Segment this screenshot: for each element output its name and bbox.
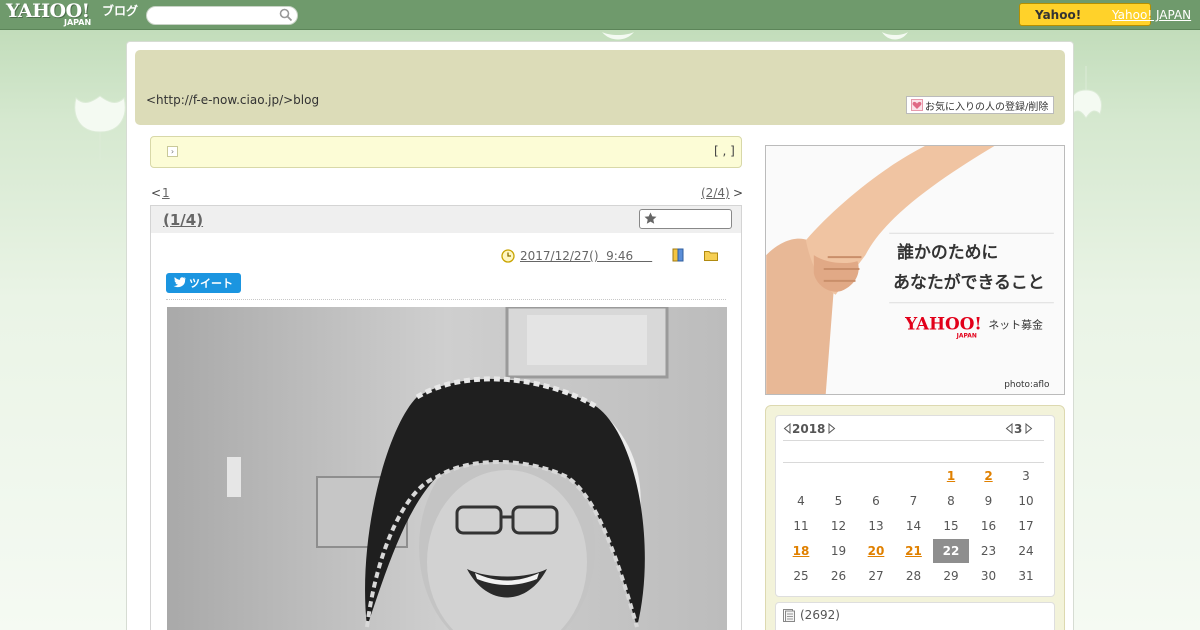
heart-icon	[911, 99, 923, 111]
calendar-day: 22	[933, 539, 969, 563]
notice-text: [ , ]	[714, 144, 735, 158]
calendar-day: 3	[1022, 469, 1030, 483]
book-icon[interactable]	[672, 248, 685, 262]
top-bar: YAHOO! JAPAN ブログ Yahoo! Yahoo! JAPAN	[0, 0, 1200, 30]
banner-brand-sub: JAPAN	[956, 332, 977, 339]
star-icon	[644, 212, 657, 224]
calendar-day[interactable]: 2	[971, 464, 1007, 488]
ginkgo-leaf-icon	[74, 95, 126, 160]
calendar-day: 23	[980, 544, 997, 558]
calendar-day: 6	[872, 494, 880, 508]
article-list-icon	[783, 609, 795, 622]
calendar-day: 24	[1018, 544, 1034, 558]
calendar-day[interactable]: 18	[783, 539, 819, 563]
banner-line2: あなたができること	[893, 272, 1044, 292]
calendar-day: 11	[793, 519, 809, 533]
twitter-bird-icon	[173, 277, 186, 288]
calendar-day: 27	[868, 569, 884, 583]
blog-url-text: <http://f-e-now.ciao.jp/>blog	[146, 93, 320, 107]
calendar-day: 17	[1018, 519, 1034, 533]
calendar-month: 3	[1014, 422, 1023, 436]
prev-symbol: <	[151, 186, 162, 200]
notice-arrow-icon[interactable]: ›	[167, 146, 178, 157]
prev-month-icon[interactable]	[1005, 423, 1013, 434]
prev-page-link[interactable]: 1	[162, 186, 170, 200]
calendar-day[interactable]: 21	[896, 539, 932, 563]
logo-sub: JAPAN	[64, 18, 92, 27]
next-month-icon[interactable]	[1025, 423, 1033, 434]
favorite-register-button[interactable]: お気に入りの人の登録/削除	[906, 96, 1054, 114]
search-icon[interactable]	[279, 8, 293, 22]
calendar-divider	[783, 462, 1044, 463]
calendar-day: 28	[905, 569, 922, 583]
next-year-icon[interactable]	[828, 423, 836, 434]
banner-brand: YAHOO!	[904, 314, 982, 334]
calendar-day: 16	[980, 519, 997, 533]
search-input[interactable]	[146, 6, 298, 25]
prev-year-icon[interactable]	[783, 423, 791, 434]
calendar-day[interactable]: 20	[858, 539, 894, 563]
calendar-day: 7	[909, 494, 918, 508]
calendar-day: 29	[943, 569, 959, 583]
next-page-link[interactable]: (2/4)	[701, 186, 730, 200]
calendar-day: 9	[984, 494, 993, 508]
calendar-year: 2018	[792, 422, 826, 436]
divider	[166, 299, 726, 300]
calendar-day: 10	[1018, 494, 1034, 508]
calendar-day: 12	[830, 519, 847, 533]
calendar-day: 8	[947, 494, 955, 508]
article-title[interactable]: (1/4)	[163, 211, 203, 229]
yahoo-blog-logo[interactable]: YAHOO! JAPAN ブログ	[6, 2, 138, 27]
calendar-day: 30	[980, 569, 997, 583]
calendar-divider	[783, 440, 1044, 441]
calendar-day: 14	[905, 519, 922, 533]
folder-icon[interactable]	[704, 250, 718, 261]
article-photo[interactable]	[167, 307, 727, 630]
donation-banner[interactable]: 誰かのために あなたができること YAHOO! JAPAN ネット募金 phot…	[765, 145, 1065, 395]
clock-icon	[501, 249, 515, 263]
notice-bar	[150, 136, 742, 168]
calendar-day: 19	[830, 544, 847, 558]
service-name: ブログ	[102, 4, 139, 18]
calendar-day: 13	[868, 519, 884, 533]
calendar-day: 5	[834, 494, 843, 508]
calendar-day: 4	[797, 494, 805, 508]
calendar-day: 25	[793, 569, 809, 583]
calendar-day[interactable]: 1	[933, 464, 969, 488]
yahoo-japan-link[interactable]: Yahoo! JAPAN	[1112, 8, 1191, 22]
post-count: (2692)	[800, 608, 840, 622]
post-date-link[interactable]: 2017/12/27() 9:46	[520, 249, 652, 263]
calendar-day: 26	[830, 569, 847, 583]
banner-service: ネット募金	[988, 318, 1043, 332]
next-symbol: >	[733, 186, 744, 200]
banner-credit: photo:aflo	[1004, 380, 1049, 390]
calendar-day: 31	[1018, 569, 1034, 583]
banner-line1: 誰かのために	[897, 242, 998, 262]
calendar-day: 15	[943, 519, 959, 533]
